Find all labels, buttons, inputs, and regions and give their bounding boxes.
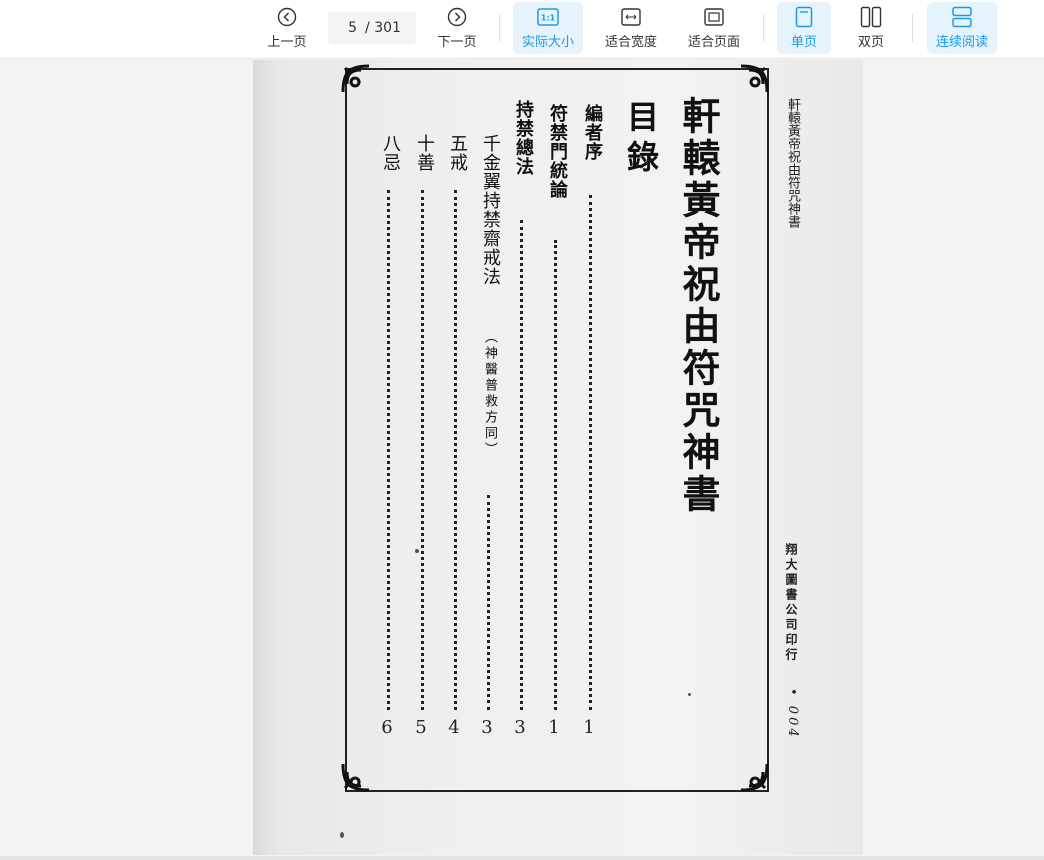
toc-entry-page: 4 [448,717,460,738]
single-page-icon [795,6,813,28]
toc-leader-dots [520,220,523,710]
toolbar-divider [912,14,913,42]
fit-page-label: 适合页面 [687,35,740,50]
double-page-button[interactable]: 双页 [846,0,896,56]
toc-entry-page: 6 [381,717,393,738]
actual-size-icon: 1:1 [537,6,559,28]
scan-speck [340,832,344,838]
fit-page-icon [704,6,724,28]
running-title: 軒轅黃帝祝由符咒神書 [785,98,800,228]
next-page-label: 下一页 [437,35,477,50]
total-pages: / 301 [365,20,401,36]
toc-leader-dots [487,495,490,710]
prev-page-label: 上一页 [267,35,307,50]
toc-entry-title: 持禁總法 [513,100,534,176]
ornament-corner-icon [341,763,370,792]
toc-leader-dots [421,190,424,710]
toc-leader-dots [454,190,457,710]
continuous-read-label: 连续阅读 [935,35,988,50]
printed-page-number: • 004 [785,688,800,740]
fit-width-label: 适合宽度 [604,35,657,50]
toolbar: 上一页 / 301 下一页 1:1 实际大小 适合宽度 适合页面 单页 [0,0,1044,59]
toolbar-divider [763,14,764,42]
toolbar-divider [499,14,500,42]
horizontal-scrollbar[interactable] [0,856,1044,860]
toc-entry-page: 3 [481,717,493,738]
ornament-corner-icon [740,763,769,792]
continuous-read-icon [951,6,973,28]
toc-entry-title: 八忌 [380,134,401,172]
toc-entry-note: （神醫普救方同） [482,330,497,458]
toc-leader-dots [554,240,557,710]
actual-size-button[interactable]: 1:1 实际大小 [513,2,583,54]
scan-speck [688,693,691,696]
toc-entry-title: 五戒 [447,134,468,172]
svg-text:1:1: 1:1 [541,14,556,23]
fit-width-button[interactable]: 适合宽度 [598,0,664,56]
toc-entry-page: 1 [548,717,560,738]
toc-entry-page: 3 [514,717,526,738]
toc-entry-title: 千金翼持禁齋戒法 [480,134,501,286]
document-page: 軒轅黃帝祝由符咒神書 目錄 編者序 1 符禁門統論 1 持禁總法 3 千金翼持禁… [253,60,863,855]
publisher-imprint: 翔大圖書公司印行 [784,543,798,663]
scan-speck [415,549,419,553]
chevron-left-circle-icon [277,6,297,28]
prev-page-button[interactable]: 上一页 [262,0,312,56]
actual-size-label: 实际大小 [521,35,574,50]
toc-heading: 目錄 [622,100,660,180]
toc-leader-dots [387,190,390,710]
page-indicator: / 301 [328,12,416,44]
ornament-corner-icon [740,64,769,93]
toc-entry-title: 十善 [414,134,435,172]
toc-entry-page: 5 [415,717,427,738]
ornament-corner-icon [341,64,370,93]
fit-width-icon [621,6,641,28]
chevron-right-circle-icon [447,6,467,28]
continuous-read-button[interactable]: 连续阅读 [927,2,997,54]
single-page-button[interactable]: 单页 [777,2,831,54]
fit-page-button[interactable]: 适合页面 [681,0,747,56]
double-page-icon [860,6,882,28]
toc-leader-dots [589,195,592,710]
single-page-label: 单页 [790,35,817,50]
book-title: 軒轅黃帝祝由符咒神書 [676,96,721,516]
toc-entry-page: 1 [583,717,595,738]
next-page-button[interactable]: 下一页 [432,0,482,56]
double-page-label: 双页 [857,35,884,50]
page-number-input[interactable] [339,20,358,36]
toc-entry-title: 符禁門統論 [547,104,568,199]
toc-entry-title: 編者序 [582,104,603,161]
